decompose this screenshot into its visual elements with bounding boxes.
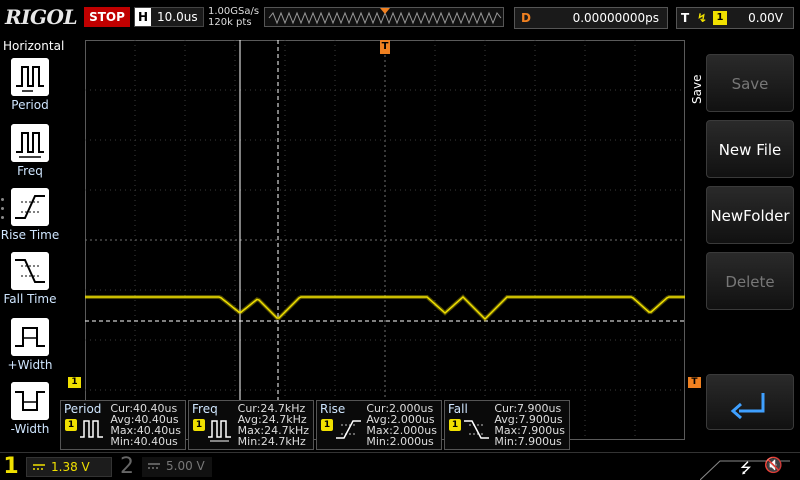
memory-trigger-marker [380, 8, 390, 14]
measure-menu: Horizontal Period Freq Rise Time Fall Ti… [0, 38, 65, 450]
delay-box[interactable]: D 0.00000000ps [514, 7, 668, 29]
measure-rise-time-label: Rise Time [0, 228, 60, 242]
delete-button[interactable]: Delete [706, 252, 794, 310]
memory-depth: 120k pts [208, 17, 252, 28]
horizontal-label: H [135, 8, 151, 26]
rise-time-icon [11, 188, 49, 226]
menu-page-indicator [1, 198, 5, 225]
measurement-name: Freq [192, 402, 218, 416]
top-status-bar: RIGOL STOP H 10.0us 1.00GSa/s 120k pts D … [0, 0, 800, 36]
measure-negative-width[interactable]: -Width [0, 382, 60, 442]
measurement-fall[interactable]: Fall 1 Cur:7.900us Avg:7.900us Max:7.900… [444, 400, 570, 450]
usb-icon: ⭍ [740, 461, 752, 477]
channel-status-bar: 1 1.38 V 2 5.00 V [0, 452, 800, 480]
measure-frequency[interactable]: Freq [0, 124, 60, 184]
measurement-values: Cur:2.000us Avg:2.000us Max:2.000us Min:… [366, 403, 437, 447]
return-button[interactable] [706, 374, 794, 430]
fall-time-icon [11, 252, 49, 290]
speaker-muted-icon[interactable]: 🔇 [764, 456, 783, 474]
trigger-level-marker[interactable]: T [688, 377, 701, 388]
measure-frequency-label: Freq [17, 164, 43, 178]
measurement-rise[interactable]: Rise 1 Cur:2.000us Avg:2.000us Max:2.000… [316, 400, 442, 450]
measure-period[interactable]: Period [0, 58, 60, 118]
acquisition-info: 1.00GSa/s 120k pts [208, 6, 259, 28]
ch1-offset-marker[interactable]: 1 [68, 377, 81, 388]
trigger-level-value: 0.00V [748, 11, 783, 25]
measurement-minimum: Min:24.7kHz [237, 435, 306, 448]
measure-positive-width[interactable]: +Width [0, 318, 60, 378]
frequency-icon [11, 124, 49, 162]
measure-menu-title: Horizontal [3, 39, 65, 53]
waveform-display[interactable] [85, 40, 685, 440]
ch1-number[interactable]: 1 [0, 453, 22, 480]
measurement-minimum: Min:7.900us [494, 435, 562, 448]
save-button[interactable]: Save [706, 54, 794, 112]
ch1-scale: 1.38 V [51, 460, 90, 474]
trigger-position-marker[interactable]: T [380, 40, 390, 54]
measurement-values: Cur:24.7kHz Avg:24.7kHz Max:24.7kHz Min:… [238, 403, 309, 447]
measure-positive-width-label: +Width [7, 358, 53, 372]
measurement-values: Cur:40.40us Avg:40.40us Max:40.40us Min:… [110, 403, 181, 447]
run-stop-indicator[interactable]: STOP [84, 7, 130, 27]
trigger-source-channel: 1 [713, 11, 727, 25]
brand-logo: RIGOL [5, 5, 78, 29]
graticule [85, 40, 685, 440]
measure-rise-time[interactable]: Rise Time [0, 188, 60, 248]
period-icon [11, 58, 49, 96]
measurement-name: Rise [320, 402, 346, 416]
timebase-value: 10.0us [157, 10, 198, 24]
period-icon [80, 420, 103, 438]
rising-edge-icon: ↯ [697, 11, 708, 25]
ch2-scale-box[interactable]: 5.00 V [142, 457, 212, 477]
ch1-scale-box[interactable]: 1.38 V [26, 457, 112, 477]
measurement-channel-badge: 1 [449, 419, 461, 431]
measure-negative-width-label: -Width [10, 422, 50, 436]
measurement-frequency[interactable]: Freq 1 Cur:24.7kHz Avg:24.7kHz Max:24.7k… [188, 400, 314, 450]
ch2-number[interactable]: 2 [116, 453, 138, 480]
fall-time-icon [464, 420, 489, 439]
negative-width-icon [11, 382, 49, 420]
positive-width-icon [11, 318, 49, 356]
return-arrow-icon [730, 393, 765, 420]
measurement-channel-badge: 1 [321, 419, 333, 431]
delay-label: D [521, 11, 531, 25]
measure-fall-time[interactable]: Fall Time [0, 252, 60, 312]
save-menu-title: Save [690, 74, 704, 104]
measure-period-label: Period [11, 98, 49, 112]
ch2-scale: 5.00 V [166, 459, 205, 473]
new-file-button[interactable]: New File [706, 120, 794, 178]
measurement-name: Period [64, 402, 102, 416]
measurement-channel-badge: 1 [65, 419, 77, 431]
sample-rate: 1.00GSa/s [208, 6, 260, 17]
memory-waveform-overview [268, 8, 502, 25]
dc-coupling-icon [148, 463, 160, 469]
measure-fall-time-label: Fall Time [3, 292, 57, 306]
measurement-period[interactable]: Period 1 Cur:40.40us Avg:40.40us Max:40.… [60, 400, 186, 450]
timebase-box[interactable]: H 10.0us [134, 7, 204, 27]
memory-position-bar [264, 7, 504, 27]
trigger-label: T [681, 11, 690, 25]
new-folder-button[interactable]: NewFolder [706, 186, 794, 244]
measurement-channel-badge: 1 [193, 419, 205, 431]
trigger-box[interactable]: T ↯ 1 0.00V [676, 7, 794, 29]
frequency-icon [208, 420, 231, 442]
measurement-minimum: Min:2.000us [366, 435, 434, 448]
delay-value: 0.00000000ps [572, 11, 659, 25]
measurement-name: Fall [448, 402, 468, 416]
measurement-values: Cur:7.900us Avg:7.900us Max:7.900us Min:… [494, 403, 565, 447]
dc-coupling-icon [33, 464, 45, 470]
rise-time-icon [336, 420, 361, 439]
measurement-minimum: Min:40.40us [110, 435, 178, 448]
